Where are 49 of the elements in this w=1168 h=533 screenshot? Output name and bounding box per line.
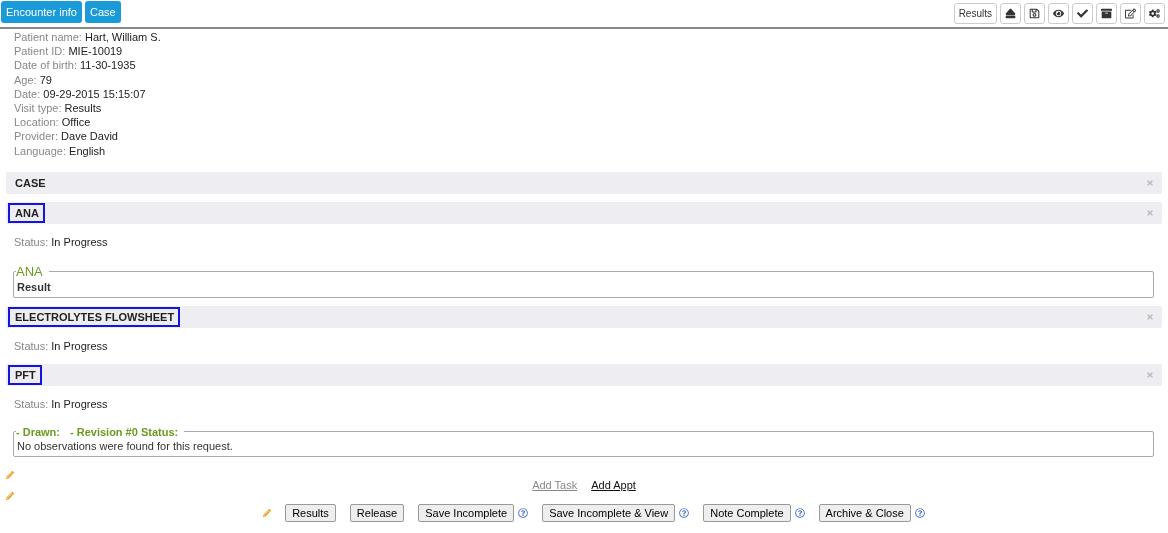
status-text: Status: In Progress [13, 397, 109, 410]
help-icon[interactable] [679, 507, 690, 518]
section-title: PFT [8, 364, 42, 385]
toolbar-button[interactable] [1072, 3, 1093, 24]
link[interactable]: Add Appt [591, 478, 636, 491]
section-title: ANA [8, 202, 45, 223]
toolbar-button[interactable] [1120, 3, 1141, 24]
patient-info-line: Language: English [14, 143, 107, 158]
pencil-icon[interactable] [6, 470, 14, 479]
settings-icon [1149, 8, 1160, 19]
toolbar-button[interactable] [1048, 3, 1069, 24]
panel-text: No observations were found for this request. [17, 439, 234, 452]
action-button[interactable]: Note Complete [703, 503, 791, 522]
toolbar-button[interactable] [1024, 3, 1045, 24]
patient-info-line: Date: 09-29-2015 15:15:07 [14, 86, 147, 101]
action-button[interactable]: Save Incomplete [418, 503, 515, 522]
eye-icon [1053, 8, 1064, 19]
patient-info-line: Provider: Dave David [14, 129, 119, 144]
patient-info-line: Patient name: Hart, William S. [14, 30, 162, 45]
action-button[interactable]: Release [349, 503, 405, 522]
toolbar-button[interactable] [1096, 3, 1117, 24]
status-text: Status: In Progress [13, 235, 109, 248]
patient-info-line: Age: 79 [14, 72, 53, 87]
help-icon[interactable] [794, 507, 805, 518]
section-title: ELECTROLYTES FLOWSHEET [8, 306, 181, 327]
toolbar-button[interactable] [1144, 3, 1165, 24]
panel-legend: - Revision #0 Status: [70, 425, 179, 438]
results-button[interactable]: Results [953, 3, 997, 24]
help-icon[interactable] [518, 507, 529, 518]
edit-icon [1125, 8, 1136, 19]
action-button[interactable]: Save Incomplete & View [542, 503, 676, 522]
eject-icon [1005, 8, 1016, 19]
patient-info-line: Location: Office [14, 115, 92, 130]
panel-legend: ANA [16, 263, 43, 279]
archive-box-icon [1101, 8, 1112, 19]
panel-legend: - Drawn: [16, 425, 60, 438]
action-button[interactable]: Archive & Close [818, 503, 911, 522]
help-icon[interactable] [914, 507, 925, 518]
toolbar-button[interactable] [1000, 3, 1021, 24]
patient-info-line: Date of birth: 11-30-1935 [14, 58, 137, 73]
section-title: CASE [14, 175, 47, 191]
pencil-icon[interactable] [6, 491, 14, 500]
status-text: Status: In Progress [13, 339, 109, 352]
checkmark-icon [1077, 8, 1088, 19]
pencil-icon[interactable] [263, 508, 272, 517]
patient-info-line: Patient ID: MIE-10019 [14, 44, 124, 59]
panel-text: Result [17, 280, 52, 293]
patient-info-line: Visit type: Results [14, 101, 103, 116]
action-button[interactable]: Results [285, 503, 336, 522]
